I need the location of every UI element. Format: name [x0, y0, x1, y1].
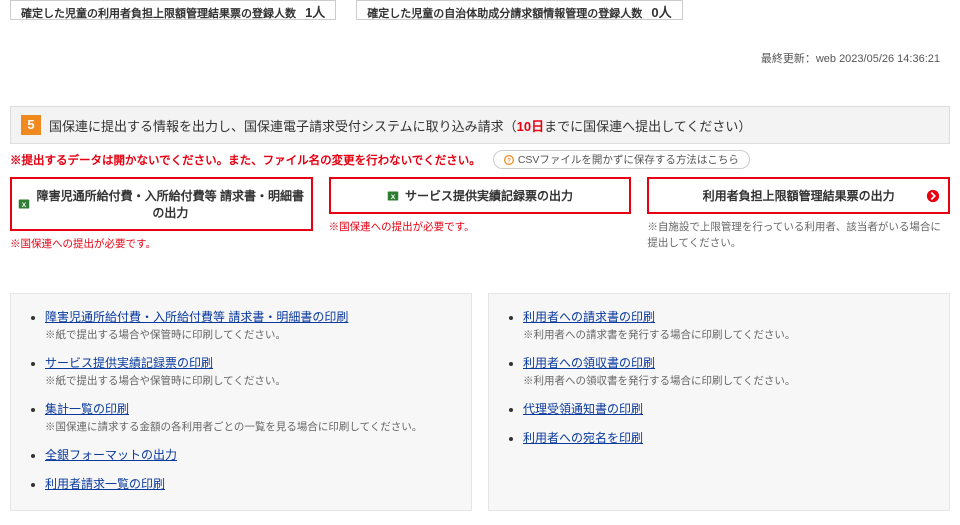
- fixed-cap-count: 1人: [305, 5, 325, 20]
- list-item: 利用者請求一覧の印刷: [45, 475, 453, 492]
- list-item: 利用者への請求書の印刷 ※利用者への請求書を発行する場合に印刷してください。: [523, 308, 931, 342]
- fixed-subsidy-card: 確定した児童の自治体助成分請求額情報管理の登録人数 0人: [356, 0, 682, 20]
- export-zengin-link[interactable]: 全銀フォーマットの出力: [45, 448, 177, 462]
- fixed-cap-card: 確定した児童の利用者負担上限額管理結果票の登録人数 1人: [10, 0, 336, 20]
- export-jisseki-button[interactable]: X サービス提供実績記録票の出力: [329, 177, 632, 214]
- export-seikyusho-button[interactable]: X 障害児通所給付費・入所給付費等 請求書・明細書の出力: [10, 177, 313, 231]
- svg-text:?: ?: [507, 157, 511, 164]
- list-item: 利用者への領収書の印刷 ※利用者への領収書を発行する場合に印刷してください。: [523, 354, 931, 388]
- link-sub: ※紙で提出する場合や保管時に印刷してください。: [45, 327, 453, 342]
- link-sub: ※利用者への請求書を発行する場合に印刷してください。: [523, 327, 931, 342]
- fixed-subsidy-count: 0人: [651, 5, 671, 20]
- print-riyousha-seikyu-ichiran-link[interactable]: 利用者請求一覧の印刷: [45, 477, 165, 491]
- fixed-subsidy-label: 確定した児童の自治体助成分請求額情報管理の登録人数: [367, 8, 642, 20]
- print-dairi-juryo-link[interactable]: 代理受領通知書の印刷: [523, 402, 643, 416]
- print-atena-link[interactable]: 利用者への宛名を印刷: [523, 431, 643, 445]
- csv-save-hint-button[interactable]: ? CSVファイルを開かずに保存する方法はこちら: [493, 150, 750, 169]
- list-item: 障害児通所給付費・入所給付費等 請求書・明細書の印刷 ※紙で提出する場合や保管時…: [45, 308, 453, 342]
- list-item: サービス提供実績記録票の印刷 ※紙で提出する場合や保管時に印刷してください。: [45, 354, 453, 388]
- print-user-receipt-link[interactable]: 利用者への領収書の印刷: [523, 356, 655, 370]
- export-jogen-note: ※自施設で上限管理を行っている利用者、該当者がいる場合に提出してください。: [647, 220, 950, 252]
- print-jisseki-link[interactable]: サービス提供実績記録票の印刷: [45, 356, 213, 370]
- export-jogen-button[interactable]: 利用者負担上限額管理結果票の出力: [647, 177, 950, 214]
- link-sub: ※利用者への領収書を発行する場合に印刷してください。: [523, 373, 931, 388]
- list-item: 集計一覧の印刷 ※国保連に請求する金額の各利用者ごとの一覧を見る場合に印刷してく…: [45, 400, 453, 434]
- print-seikyusho-link[interactable]: 障害児通所給付費・入所給付費等 請求書・明細書の印刷: [45, 310, 348, 324]
- excel-icon: X: [387, 190, 399, 202]
- section-5-title: 国保連に提出する情報を出力し、国保連電子請求受付システムに取り込み請求（10日ま…: [49, 116, 751, 135]
- export-jisseki-note: ※国保連への提出が必要です。: [329, 220, 632, 236]
- list-item: 利用者への宛名を印刷: [523, 429, 931, 446]
- print-shukei-link[interactable]: 集計一覧の印刷: [45, 402, 129, 416]
- print-links-left-panel: 障害児通所給付費・入所給付費等 請求書・明細書の印刷 ※紙で提出する場合や保管時…: [10, 293, 472, 511]
- chevron-right-icon: [926, 189, 940, 203]
- fixed-cap-label: 確定した児童の利用者負担上限額管理結果票の登録人数: [21, 8, 296, 20]
- svg-text:X: X: [391, 194, 396, 201]
- link-sub: ※紙で提出する場合や保管時に印刷してください。: [45, 373, 453, 388]
- svg-text:X: X: [22, 202, 27, 209]
- list-item: 全銀フォーマットの出力: [45, 446, 453, 463]
- section-number-badge: 5: [21, 115, 41, 135]
- print-user-invoice-link[interactable]: 利用者への請求書の印刷: [523, 310, 655, 324]
- question-icon: ?: [504, 155, 514, 165]
- section-5-header: 5 国保連に提出する情報を出力し、国保連電子請求受付システムに取り込み請求（10…: [10, 106, 950, 144]
- do-not-open-warning: ※提出するデータは開かないでください。また、ファイル名の変更を行わないでください…: [10, 152, 481, 168]
- last-updated: 最終更新：web 2023/05/26 14:36:21: [10, 50, 940, 66]
- export-seikyusho-note: ※国保連への提出が必要です。: [10, 237, 313, 253]
- list-item: 代理受領通知書の印刷: [523, 400, 931, 417]
- print-links-right-panel: 利用者への請求書の印刷 ※利用者への請求書を発行する場合に印刷してください。 利…: [488, 293, 950, 511]
- excel-icon: X: [18, 198, 30, 210]
- link-sub: ※国保連に請求する金額の各利用者ごとの一覧を見る場合に印刷してください。: [45, 419, 453, 434]
